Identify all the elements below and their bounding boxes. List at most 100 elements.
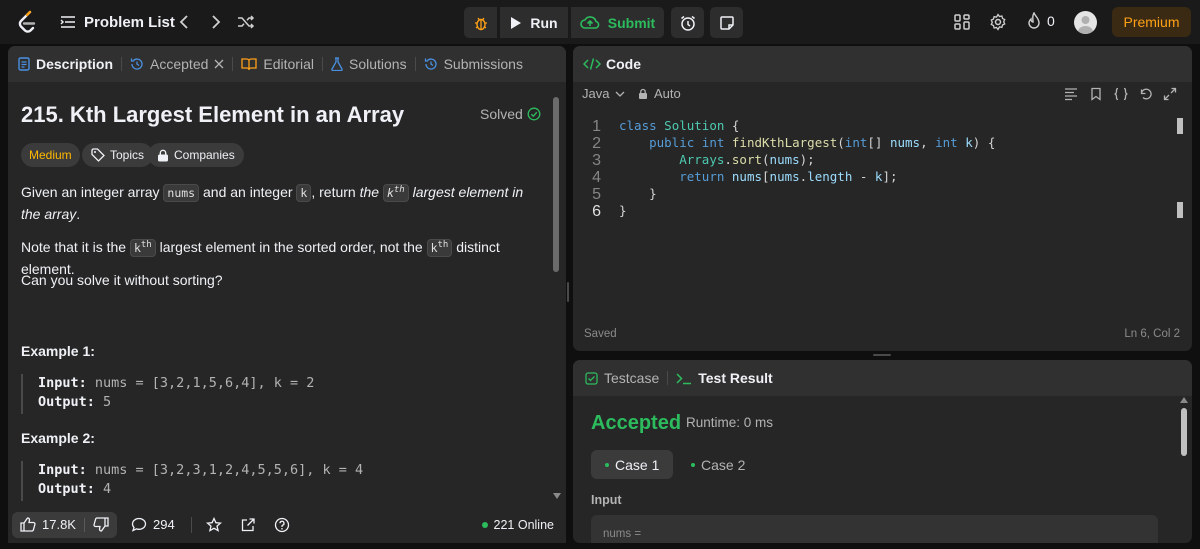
tab-description[interactable]: Description — [8, 46, 121, 82]
editor-toolbar — [1063, 87, 1177, 101]
inline-code-kth: kth — [426, 238, 453, 257]
tab-editorial[interactable]: Editorial — [233, 46, 322, 82]
streak-counter[interactable]: 0 — [1027, 12, 1055, 30]
statement-text: , return — [311, 183, 360, 200]
avatar[interactable] — [1074, 11, 1097, 34]
statement-text: . — [76, 205, 81, 222]
pass-dot-icon — [605, 462, 609, 467]
run-controls: Run Submit — [464, 7, 743, 38]
result-scrollbar-thumb[interactable] — [1181, 408, 1187, 456]
debug-button[interactable] — [464, 7, 497, 38]
tab-testcase-label: Testcase — [604, 370, 660, 386]
layout-grid-icon[interactable] — [953, 13, 971, 31]
thumbs-down-icon — [93, 517, 109, 532]
vertical-resize-handle[interactable] — [567, 282, 569, 302]
tab-accepted[interactable]: Accepted — [122, 46, 232, 82]
inline-code-nums: nums — [163, 183, 200, 202]
help-icon[interactable] — [274, 517, 290, 533]
verdict: Accepted — [591, 412, 682, 434]
lock-icon — [638, 88, 648, 100]
case-2-button[interactable]: Case 2 — [677, 450, 759, 479]
next-problem-icon[interactable] — [206, 12, 226, 32]
shuffle-icon[interactable] — [236, 12, 256, 32]
statement-text: the — [359, 183, 383, 200]
case-1-button[interactable]: Case 1 — [591, 450, 674, 479]
case-1-label: Case 1 — [615, 456, 660, 473]
scroll-up-arrow-icon[interactable] — [1180, 397, 1188, 404]
example-output: 5 — [94, 394, 112, 410]
bookmark-icon[interactable] — [1089, 87, 1103, 101]
run-button[interactable]: Run — [500, 7, 568, 38]
tab-test-result-label: Test Result — [698, 370, 773, 386]
code-line: Arrays.sort(nums); — [679, 152, 815, 167]
example-input: nums = [3,2,1,5,6,4], k = 2 — [86, 375, 315, 391]
mode-label: Auto — [654, 86, 681, 101]
tab-code[interactable]: Code — [573, 46, 649, 82]
code-line: } — [619, 203, 627, 218]
flame-icon — [1027, 12, 1041, 30]
format-lines-icon[interactable] — [1063, 87, 1079, 101]
kth-k: k — [133, 240, 141, 255]
code-editor[interactable]: 1 2 3 4 5 6 class Solution { public int … — [573, 116, 1192, 226]
top-bar: Problem List Run Submit 0 Premium — [0, 0, 1200, 44]
horizontal-resize-handle[interactable] — [873, 354, 891, 356]
autocomplete-mode[interactable]: Auto — [638, 86, 681, 101]
code-brackets-icon — [583, 57, 601, 71]
tab-test-result[interactable]: Test Result — [668, 360, 780, 396]
comments-button[interactable]: 294 — [131, 517, 175, 532]
description-scrollbar-thumb[interactable] — [553, 97, 559, 272]
kth-sup: th — [437, 240, 449, 250]
vote-group: 17.8K — [12, 511, 117, 538]
tab-solutions-label: Solutions — [348, 56, 407, 72]
companies-label: Companies — [174, 148, 235, 162]
solved-label: Solved — [480, 106, 523, 122]
tab-code-label: Code — [606, 56, 641, 72]
code-line: class Solution { — [619, 118, 740, 133]
curly-braces-icon[interactable] — [1113, 87, 1129, 101]
companies-button[interactable]: Companies — [148, 143, 244, 167]
like-button[interactable]: 17.8K — [12, 517, 84, 532]
result-tabs: Testcase Test Result — [573, 360, 1192, 396]
history-icon — [424, 57, 438, 71]
problem-list-button[interactable]: Problem List — [60, 0, 175, 44]
language-select[interactable]: Java — [582, 86, 625, 101]
line-number: 4 — [592, 169, 601, 186]
case-2-label: Case 2 — [701, 456, 746, 473]
kth-k: k — [386, 185, 394, 200]
share-icon[interactable] — [240, 517, 256, 533]
star-icon[interactable] — [205, 516, 222, 533]
tab-testcase[interactable]: Testcase — [573, 360, 667, 396]
premium-button[interactable]: Premium — [1112, 7, 1191, 37]
expand-icon[interactable] — [1163, 87, 1177, 101]
inline-code-kth: kth — [382, 183, 409, 202]
settings-gear-icon[interactable] — [989, 13, 1007, 31]
note-text: largest element in the sorted order, not… — [155, 238, 427, 255]
leetcode-logo-icon[interactable] — [16, 10, 38, 33]
topics-label: Topics — [110, 148, 145, 162]
input-first-line: nums = — [603, 528, 642, 540]
timer-button[interactable] — [671, 7, 704, 38]
input-heading: Input — [591, 493, 622, 507]
statement-text: Given an integer array — [21, 183, 164, 200]
dislike-button[interactable] — [85, 517, 117, 532]
cloud-upload-icon — [579, 15, 600, 31]
reset-icon[interactable] — [1139, 87, 1153, 101]
close-tab-icon[interactable] — [214, 59, 224, 69]
follow-up-text: Can you solve it without sorting? — [21, 272, 223, 288]
submit-label: Submit — [607, 14, 656, 31]
online-dot-icon — [481, 521, 488, 528]
alarm-clock-icon — [679, 14, 697, 32]
example-2-output-row: Output: 4 — [38, 480, 541, 499]
tab-solutions[interactable]: Solutions — [323, 46, 415, 82]
example-1-heading: Example 1: — [21, 343, 95, 359]
scroll-down-arrow-icon[interactable] — [553, 493, 561, 500]
topics-button[interactable]: Topics — [82, 143, 154, 167]
difficulty-badge[interactable]: Medium — [21, 143, 80, 167]
prev-problem-icon[interactable] — [174, 12, 194, 32]
terminal-icon — [676, 372, 692, 385]
problem-list-label: Problem List — [84, 13, 175, 31]
submit-button[interactable]: Submit — [571, 7, 664, 38]
input-box: nums = — [591, 515, 1158, 543]
tab-submissions[interactable]: Submissions — [416, 46, 531, 82]
notes-button[interactable] — [710, 7, 743, 38]
